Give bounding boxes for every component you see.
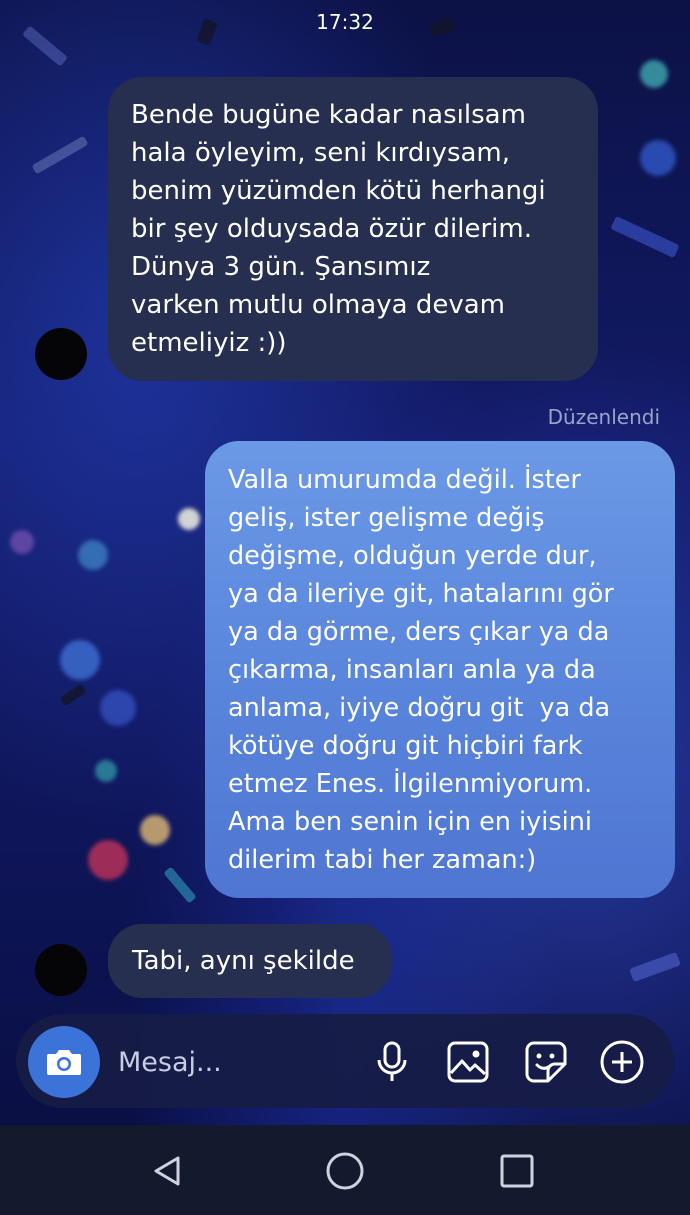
avatar[interactable] [35,328,87,380]
message-text-line: ya da ileriye git, hatalarını gör [228,579,614,609]
message-text-line: bir şey olduysada özür dilerim. [131,214,532,244]
edited-label: Düzenlendi [547,405,660,429]
recents-button[interactable] [495,1149,539,1193]
message-text-line: kötüye doğru git hiçbiri fark [228,731,583,761]
camera-icon [47,1050,81,1075]
message-text-line: etmeliyiz :)) [131,328,287,358]
message-text-line: ya da görme, ders çıkar ya da [228,617,610,647]
message-text-line: değişme, olduğun yerde dur, [228,541,597,571]
status-time: 17:32 [316,10,374,34]
message-bubble-received[interactable]: Bende bugüne kadar nasılsam hala öyleyim… [108,77,598,381]
microphone-button[interactable] [368,1038,416,1086]
home-button[interactable] [323,1149,367,1193]
back-button[interactable] [145,1149,189,1193]
add-button[interactable] [598,1038,646,1086]
message-input[interactable] [116,1040,360,1084]
microphone-icon [377,1041,407,1081]
message-text-line: Tabi, aynı şekilde [132,946,355,976]
message-text-line: anlama, iyiye doğru git ya da [228,693,611,723]
avatar[interactable] [35,944,87,996]
gallery-icon [447,1041,489,1083]
message-text-line: hala öyleyim, seni kırdıysam, [131,138,511,168]
system-nav-bar [0,1125,690,1215]
recents-icon [500,1154,534,1188]
back-icon [154,1156,180,1186]
message-composer [16,1014,674,1108]
sticker-button[interactable] [522,1038,570,1086]
message-text-line: Ama ben senin için en iyisini [228,807,592,837]
message-text-line: Dünya 3 gün. Şansımız [131,252,431,282]
gallery-button[interactable] [444,1038,492,1086]
message-text-line: dilerim tabi her zaman:) [228,845,537,875]
sticker-icon [525,1041,567,1083]
plus-icon [600,1040,644,1084]
message-bubble-received[interactable]: Tabi, aynı şekilde [108,924,392,998]
message-text-line: benim yüzümden kötü herhangi [131,176,546,206]
message-text-line: geliş, ister gelişme değiş [228,503,545,533]
message-text-line: çıkarma, insanları anla ya da [228,655,596,685]
message-text-line: varken mutlu olmaya devam [131,290,505,320]
message-text-line: etmez Enes. İlgilenmiyorum. [228,769,593,799]
camera-button[interactable] [28,1026,100,1098]
message-bubble-sent[interactable]: Valla umurumda değil. İster geliş, ister… [205,441,675,898]
message-text-line: Bende bugüne kadar nasılsam [131,100,526,130]
home-icon [326,1152,364,1190]
message-text-line: Valla umurumda değil. İster [228,465,581,495]
